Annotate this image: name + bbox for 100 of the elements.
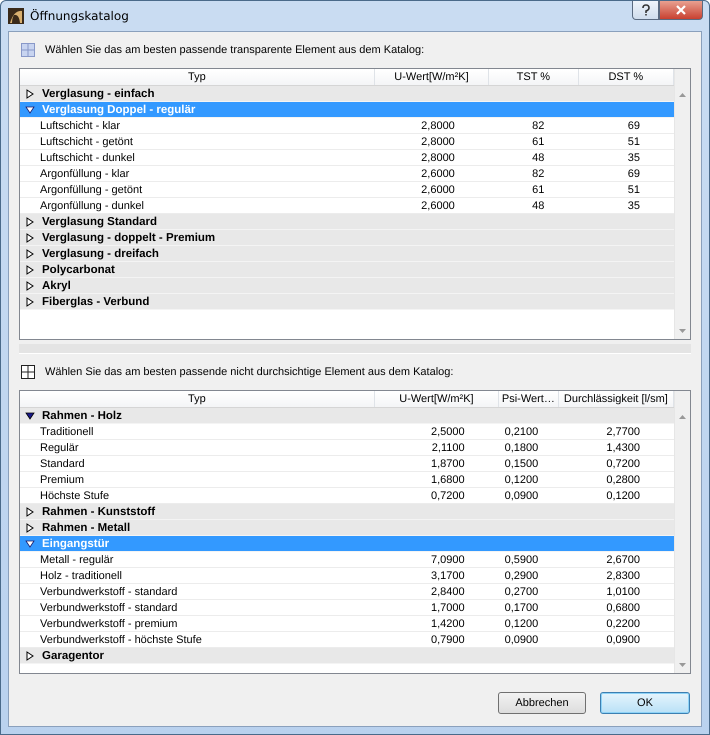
table-cell-text: 0,7200 xyxy=(605,458,641,470)
column-header[interactable]: Psi-Wert… xyxy=(499,391,559,407)
table-cell-text: 0,0900 xyxy=(504,634,540,646)
group-name: Rahmen - Holz xyxy=(42,410,122,422)
table-cell-text: Traditionell xyxy=(39,426,94,438)
column-header[interactable]: Typ xyxy=(20,69,375,85)
table-cell-text: 0,1200 xyxy=(504,474,540,486)
table-cell-text: Regulär xyxy=(39,442,80,454)
glass-pane-icon xyxy=(21,43,35,57)
table-cell-text: 1,7000 xyxy=(430,602,466,614)
group-name: Rahmen - Kunststoff xyxy=(42,506,156,518)
help-icon[interactable] xyxy=(640,4,650,16)
table-cell-text: Metall - regulär xyxy=(39,554,114,566)
table-cell-text: 2,7700 xyxy=(605,426,641,438)
table-cell-text: 0,1700 xyxy=(504,602,540,614)
group-name: Garagentor xyxy=(42,650,104,662)
table-cell-text: 82 xyxy=(531,168,546,180)
table-cell-text: Verbundwerkstoff - standard xyxy=(39,586,178,598)
table-cell-text: 0,2100 xyxy=(504,426,540,438)
section-caption: Wählen Sie das am besten passende nicht durchsichtige Element aus dem Katalog: xyxy=(45,366,454,378)
table-cell-text: Argonfüllung - getönt xyxy=(39,184,144,196)
table-cell-text: 1,4200 xyxy=(430,618,466,630)
close-icon[interactable] xyxy=(675,5,687,15)
table-cell-text: 1,4300 xyxy=(605,442,641,454)
collapse-icon[interactable] xyxy=(25,410,35,420)
column-header[interactable]: TST % xyxy=(489,69,579,85)
ok-button[interactable]: OK xyxy=(600,692,690,714)
group-name: Akryl xyxy=(42,280,71,292)
table-cell-text: Holz - traditionell xyxy=(39,570,123,582)
group-row[interactable]: Verglasung - doppelt - Premium xyxy=(20,230,674,246)
table-cell-text: Luftschicht - klar xyxy=(39,120,122,132)
group-row[interactable]: Rahmen - Kunststoff xyxy=(20,504,674,520)
window-title: Öffnungskatalog xyxy=(30,9,129,23)
close-button[interactable] xyxy=(659,1,703,20)
table-cell-text: 0,7900 xyxy=(430,634,466,646)
table-cell-text: Verbundwerkstoff - premium xyxy=(39,618,178,630)
table-cell-text: Luftschicht - getönt xyxy=(39,136,134,148)
group-name: Fiberglas - Verbund xyxy=(42,296,150,308)
table-cell-text: 1,6800 xyxy=(430,474,466,486)
group-row[interactable]: Verglasung Standard xyxy=(20,214,674,230)
table-cell-text: 1,0100 xyxy=(605,586,641,598)
table-cell-text: 0,0900 xyxy=(605,634,641,646)
table-cell-text: 61 xyxy=(531,184,546,196)
table-cell-text: 0,2200 xyxy=(605,618,641,630)
table-cell-text: 0,1200 xyxy=(504,618,540,630)
column-header[interactable]: U-Wert[W/m²K] xyxy=(374,69,490,85)
table-cell-text: 2,6700 xyxy=(605,554,641,566)
table-cell-text: Verbundwerkstoff - höchste Stufe xyxy=(39,634,203,646)
table-cell-text: 0,1200 xyxy=(605,490,641,502)
table-cell-text: Premium xyxy=(39,474,86,486)
table-cell-text: Luftschicht - dunkel xyxy=(39,152,136,164)
table-cell-text: 0,6800 xyxy=(605,602,641,614)
group-row[interactable]: Akryl xyxy=(20,278,674,294)
table-cell-text: 2,6000 xyxy=(420,200,456,212)
column-header[interactable]: U-Wert[W/m²K] xyxy=(374,391,500,407)
table-cell-text: 7,0900 xyxy=(430,554,466,566)
table-cell-text: 51 xyxy=(626,136,641,148)
table-cell-text: 69 xyxy=(626,120,641,132)
window-frame-icon xyxy=(21,365,35,379)
group-row[interactable]: Garagentor xyxy=(20,648,674,664)
group-row[interactable]: Fiberglas - Verbund xyxy=(20,294,674,310)
table-cell-text: 35 xyxy=(626,200,641,212)
table-cell-text: Verbundwerkstoff - standard xyxy=(39,602,178,614)
table-cell-text: 48 xyxy=(531,152,546,164)
expand-icon[interactable] xyxy=(25,88,35,98)
group-name: Rahmen - Metall xyxy=(42,522,130,534)
section-caption: Wählen Sie das am besten passende transparente Element aus dem Katalog: xyxy=(45,44,424,56)
table-cell-text: 35 xyxy=(626,152,641,164)
group-row[interactable]: Rahmen - Holz xyxy=(20,408,674,424)
table-cell-text: 0,0900 xyxy=(504,490,540,502)
group-row[interactable]: Rahmen - Metall xyxy=(20,520,674,536)
table-cell-text: 82 xyxy=(531,120,546,132)
group-row[interactable]: Verglasung - dreifach xyxy=(20,246,674,262)
table-cell-text: 0,2800 xyxy=(605,474,641,486)
collapse-icon[interactable] xyxy=(25,538,35,548)
table-cell-text: 2,1100 xyxy=(430,442,466,454)
table-cell-text: 0,1500 xyxy=(504,458,540,470)
table-cell-text: 2,8400 xyxy=(430,586,466,598)
table-cell-text: Argonfüllung - klar xyxy=(39,168,130,180)
group-row[interactable]: Verglasung - einfach xyxy=(20,86,674,102)
cancel-button[interactable]: Abbrechen xyxy=(498,692,586,714)
help-button[interactable] xyxy=(632,1,659,20)
group-name: Verglasung - einfach xyxy=(42,88,154,100)
app-icon xyxy=(8,8,24,24)
table-cell-text: 51 xyxy=(626,184,641,196)
table-cell-text: 0,2700 xyxy=(504,586,540,598)
table-cell-text: 3,1700 xyxy=(430,570,466,582)
column-header[interactable]: Typ xyxy=(20,391,375,407)
group-name: Verglasung - dreifach xyxy=(42,248,159,260)
table-cell-text: 0,2900 xyxy=(504,570,540,582)
table-cell-text: 61 xyxy=(531,136,546,148)
group-name: Verglasung Standard xyxy=(42,216,158,228)
collapse-icon[interactable] xyxy=(25,104,35,114)
table-cell-text: 2,8000 xyxy=(420,120,456,132)
table-cell-text: 2,8000 xyxy=(420,152,456,164)
table-cell-text: Standard xyxy=(39,458,86,470)
expand-icon[interactable] xyxy=(25,650,35,660)
group-row[interactable]: Polycarbonat xyxy=(20,262,674,278)
table-cell-text: 48 xyxy=(531,200,546,212)
table-cell-text: 1,8700 xyxy=(430,458,466,470)
